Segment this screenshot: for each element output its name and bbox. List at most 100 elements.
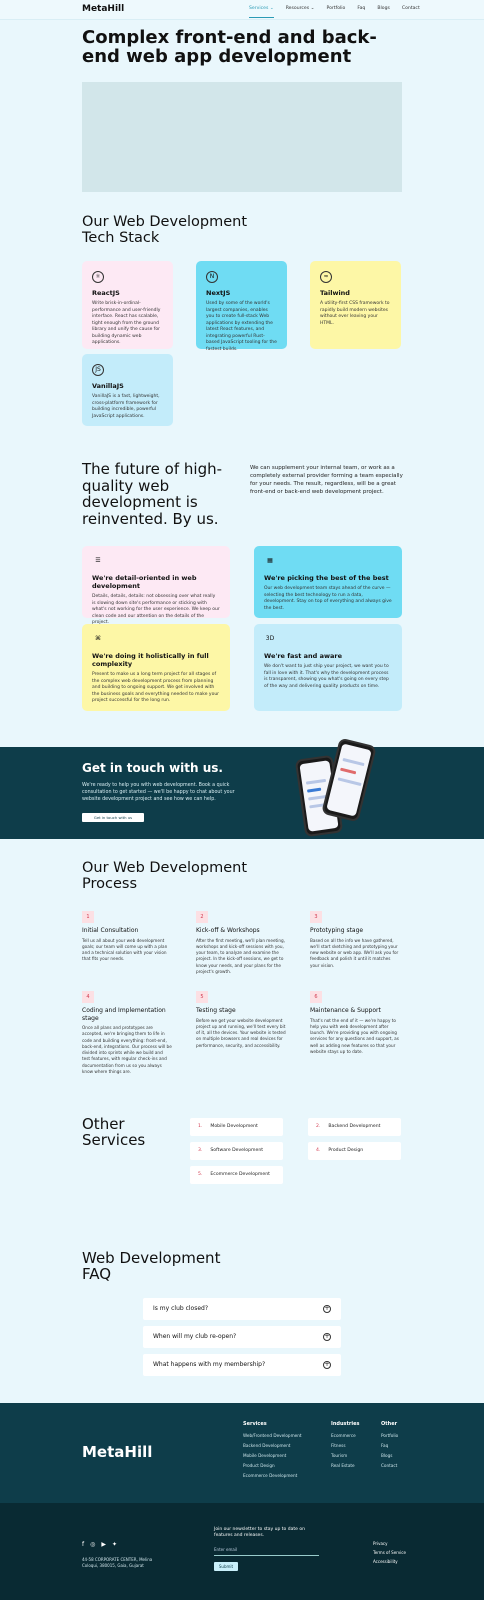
footer-col-heading: Other [381, 1421, 398, 1427]
footer-link[interactable]: Backend Development [243, 1443, 302, 1448]
privacy-link[interactable]: Privacy [373, 1539, 406, 1548]
stack-card-title: VanillaJS [92, 382, 124, 390]
other-title: Other Services [82, 1115, 146, 1149]
footer-link[interactable]: Tourism [331, 1453, 359, 1458]
footer-link[interactable]: Faq [381, 1443, 398, 1448]
site-header: MetaHill Services ⌄ Resources ⌄ Portfoli… [0, 0, 484, 20]
service-number: 1. [198, 1124, 203, 1129]
next-icon: N [206, 271, 218, 283]
footer-col-industries: Industries Ecommerce Fitness Tourism Rea… [331, 1421, 359, 1473]
service-item[interactable]: 2. Backend Development [308, 1118, 401, 1136]
stack-card-desc: VanillaJS is a fast, lightweight, cross-… [92, 394, 160, 419]
future-card-title: We're doing it holistically in full comp… [92, 652, 209, 668]
submit-button[interactable]: Submit [214, 1562, 238, 1571]
tailwind-icon: ≈ [320, 271, 332, 283]
step-number: 2 [196, 911, 208, 923]
step-desc: Based on all the info we have gathered, … [310, 937, 399, 968]
step-number: 3 [310, 911, 322, 923]
youtube-icon[interactable]: ▶ [101, 1541, 106, 1548]
footer-logo[interactable]: MetaHill [82, 1443, 152, 1461]
nav-resources[interactable]: Resources ⌄ [286, 6, 315, 18]
future-card-desc: Present to make us a long term project f… [92, 672, 220, 703]
nav-blogs[interactable]: Blogs [377, 6, 390, 18]
screen-element [337, 777, 362, 787]
plus-icon[interactable]: + [323, 1361, 331, 1369]
footer-link[interactable]: Product Design [243, 1463, 302, 1468]
footer-link[interactable]: Mobile Development [243, 1453, 302, 1458]
nav-contact[interactable]: Contact [402, 6, 420, 18]
faq-item[interactable]: Is my club closed? + [143, 1298, 341, 1320]
stack-title: Our Web Development Tech Stack [82, 214, 248, 246]
stack-card-desc: Used by some of the world's largest comp… [206, 301, 277, 352]
future-card-detail: ☰ We're detail-oriented in web developme… [82, 546, 230, 625]
service-item[interactable]: 1. Mobile Development [190, 1118, 283, 1136]
instagram-icon[interactable]: ◎ [90, 1541, 95, 1548]
facebook-icon[interactable]: f [82, 1541, 84, 1548]
faq-question: Is my club closed? [153, 1305, 209, 1312]
list-icon: ☰ [95, 557, 101, 564]
nav-services[interactable]: Services ⌄ [249, 6, 274, 18]
accessibility-link[interactable]: Accessibility [373, 1557, 406, 1566]
step-title: Testing stage [196, 1007, 236, 1014]
stack-card-vanilla: JS VanillaJS VanillaJS is a fast, lightw… [82, 354, 173, 426]
step-desc: Before we get your website development p… [196, 1017, 286, 1048]
footer-link[interactable]: Portfolio [381, 1433, 398, 1438]
footer-col-other: Other Portfolio Faq Blogs Contact [381, 1421, 398, 1473]
email-input[interactable]: Enter email [214, 1547, 319, 1556]
footer-link[interactable]: Blogs [381, 1453, 398, 1458]
footer-link[interactable]: Contact [381, 1463, 398, 1468]
service-item[interactable]: 5. Ecommerce Development [190, 1166, 283, 1184]
footer-link[interactable]: Ecommerce [331, 1433, 359, 1438]
future-card-best: ▦ We're picking the best of the best Our… [254, 546, 402, 618]
plus-icon[interactable]: + [323, 1305, 331, 1313]
stack-card-title: Tailwind [320, 289, 350, 297]
screen-element [342, 757, 365, 767]
step-number: 6 [310, 991, 322, 1003]
future-card-holistic: ⌘ We're doing it holistically in full co… [82, 624, 230, 711]
service-number: 4. [316, 1148, 321, 1153]
hero-title: Complex front-end and back-end web app d… [82, 27, 377, 67]
future-card-desc: We don't want to just ship your project,… [264, 664, 389, 689]
future-title: The future of high-quality web developme… [82, 460, 223, 528]
terms-link[interactable]: Terms of Service [373, 1548, 406, 1557]
plus-icon[interactable]: + [323, 1333, 331, 1341]
screen-element [340, 767, 357, 775]
cta-text: We're ready to help you with web develop… [82, 783, 235, 802]
footer-top: MetaHill Services Web/Frontend Developme… [0, 1403, 484, 1503]
screen-element [305, 778, 327, 785]
footer-link[interactable]: Fitness [331, 1443, 359, 1448]
faq-title: Web Development FAQ [82, 1249, 221, 1283]
future-card-fast: 3D We're fast and aware We don't want to… [254, 624, 402, 711]
service-item[interactable]: 4. Product Design [308, 1142, 401, 1160]
logo[interactable]: MetaHill [82, 4, 124, 14]
newsletter: Join our newsletter to stay up to date o… [214, 1527, 319, 1571]
faq-item[interactable]: When will my club re-open? + [143, 1326, 341, 1348]
stack-card-next: N NextJS Used by some of the world's lar… [196, 261, 287, 352]
future-card-desc: Details, details, details: not obsessing… [92, 594, 220, 625]
service-number: 2. [316, 1124, 321, 1129]
cta-title: Get in touch with us. [82, 761, 223, 775]
faq-question: What happens with my membership? [153, 1361, 266, 1368]
faq-item[interactable]: What happens with my membership? + [143, 1354, 341, 1376]
cta-button[interactable]: Get in touch with us [82, 813, 144, 822]
process-step: 3 Prototyping stage Based on all the inf… [310, 911, 400, 969]
future-card-title: We're fast and aware [264, 652, 342, 660]
footer-link[interactable]: Web/Frontend Development [243, 1433, 302, 1438]
process-title: Our Web Development Process [82, 860, 248, 892]
step-title: Maintenance & Support [310, 1007, 381, 1014]
nav-faq[interactable]: Faq [357, 6, 365, 18]
step-number: 1 [82, 911, 94, 923]
footer-link[interactable]: Ecommerce Development [243, 1473, 302, 1478]
step-title: Coding and Implementation stage [82, 1007, 166, 1022]
contact-band: Get in touch with us. We're ready to hel… [0, 737, 484, 839]
stack-card-react: ⚛ ReactJS Write brisk-in-ordinal-perform… [82, 261, 173, 349]
nav-portfolio[interactable]: Portfolio [326, 6, 345, 18]
main-nav: Services ⌄ Resources ⌄ Portfolio Faq Blo… [249, 6, 432, 18]
step-desc: After the first meeting, we'll plan meet… [196, 937, 285, 974]
twitter-icon[interactable]: ✦ [112, 1541, 117, 1548]
phone-mockup [321, 737, 377, 823]
service-item[interactable]: 3. Software Development [190, 1142, 283, 1160]
footer-col-heading: Services [243, 1421, 267, 1427]
step-desc: Once all plans and prototypes are accept… [82, 1025, 172, 1075]
footer-link[interactable]: Real Estate [331, 1463, 359, 1468]
